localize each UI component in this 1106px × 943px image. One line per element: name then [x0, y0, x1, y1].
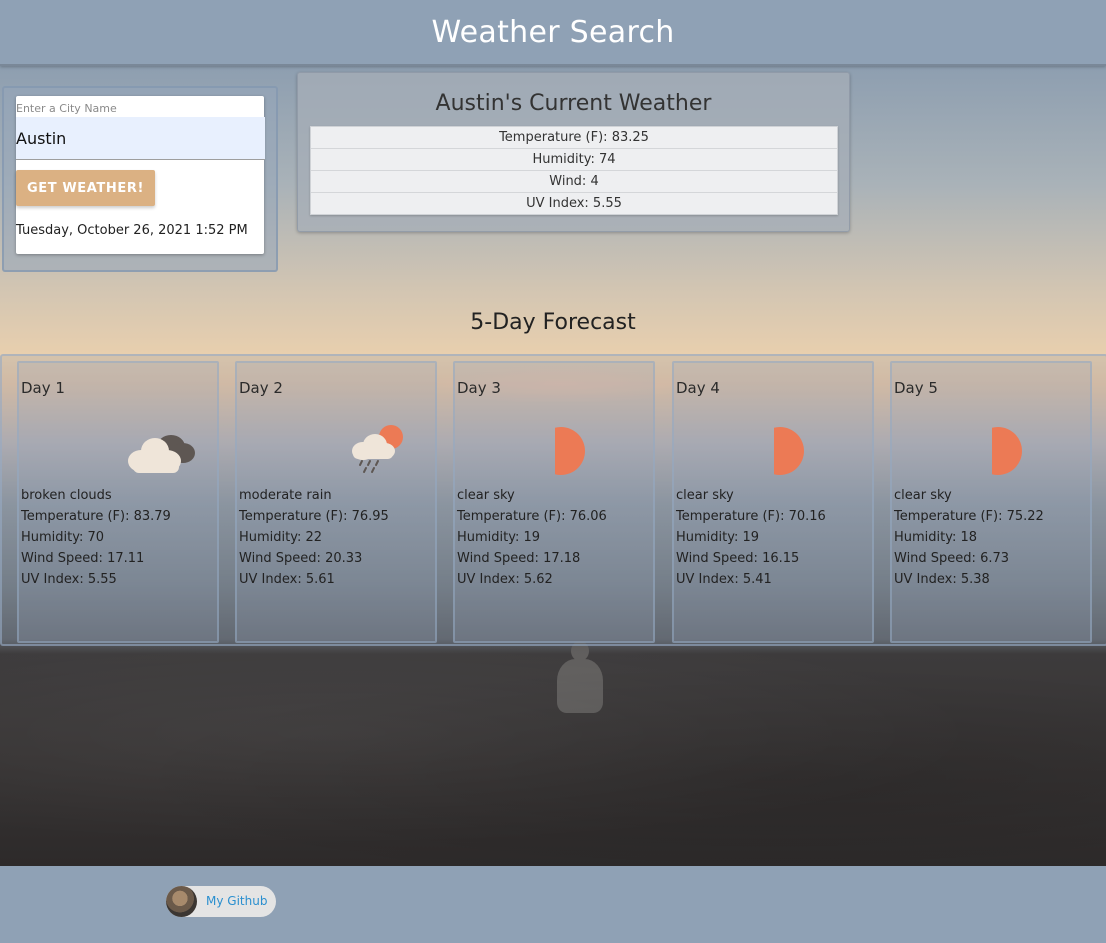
forecast-day-card: Day 2 moderate rain Temperature (F): 76.…: [235, 361, 437, 643]
day-humidity: Humidity: 18: [894, 530, 978, 545]
current-wind: Wind: 4: [311, 171, 837, 193]
github-chip[interactable]: My Github: [166, 886, 276, 917]
current-temperature: Temperature (F): 83.25: [311, 127, 837, 149]
day-uv-index: UV Index: 5.62: [457, 572, 553, 587]
forecast-day-card: Day 1 broken clouds Temperature (F): 83.…: [17, 361, 219, 643]
day-uv-index: UV Index: 5.41: [676, 572, 772, 587]
day-title: Day 2: [239, 379, 283, 397]
day-temperature: Temperature (F): 70.16: [676, 509, 826, 524]
avatar: [166, 886, 197, 917]
day-humidity: Humidity: 19: [457, 530, 541, 545]
day-description: moderate rain: [239, 488, 332, 503]
day-humidity: Humidity: 19: [676, 530, 760, 545]
day-temperature: Temperature (F): 76.06: [457, 509, 607, 524]
forecast-day-card: Day 5 clear sky Temperature (F): 75.22 H…: [890, 361, 1092, 643]
day-wind-speed: Wind Speed: 17.11: [21, 551, 145, 566]
day-title: Day 3: [457, 379, 501, 397]
search-panel: Enter a City Name GET WEATHER! Tuesday, …: [2, 86, 278, 272]
forecast-day-card: Day 4 clear sky Temperature (F): 70.16 H…: [672, 361, 874, 643]
search-card: Enter a City Name GET WEATHER! Tuesday, …: [16, 96, 265, 254]
day-description: broken clouds: [21, 488, 112, 503]
current-weather-list: Temperature (F): 83.25 Humidity: 74 Wind…: [310, 126, 838, 215]
day-temperature: Temperature (F): 75.22: [894, 509, 1044, 524]
get-weather-button[interactable]: GET WEATHER!: [16, 170, 155, 206]
moderate-rain-icon: [352, 425, 403, 473]
current-weather-panel: Austin's Current Weather Temperature (F)…: [297, 72, 850, 232]
day-description: clear sky: [676, 488, 734, 503]
day-description: clear sky: [894, 488, 952, 503]
page-title: Weather Search: [431, 15, 675, 50]
day-title: Day 5: [894, 379, 938, 397]
forecast-panel: Day 1 broken clouds Temperature (F): 83.…: [0, 354, 1106, 646]
city-search-input[interactable]: [16, 117, 265, 160]
clear-sky-icon: [555, 427, 585, 475]
day-humidity: Humidity: 22: [239, 530, 323, 545]
clear-sky-icon: [774, 427, 804, 475]
day-humidity: Humidity: 70: [21, 530, 105, 545]
city-input-label: Enter a City Name: [16, 102, 117, 115]
day-wind-speed: Wind Speed: 6.73: [894, 551, 1010, 566]
current-humidity: Humidity: 74: [311, 149, 837, 171]
day-description: clear sky: [457, 488, 515, 503]
current-weather-title: Austin's Current Weather: [435, 91, 712, 116]
day-wind-speed: Wind Speed: 20.33: [239, 551, 363, 566]
github-link[interactable]: My Github: [206, 894, 267, 908]
day-uv-index: UV Index: 5.38: [894, 572, 990, 587]
day-uv-index: UV Index: 5.61: [239, 572, 335, 587]
day-uv-index: UV Index: 5.55: [21, 572, 117, 587]
current-uv-index: UV Index: 5.55: [526, 196, 622, 211]
day-temperature: Temperature (F): 83.79: [21, 509, 171, 524]
header-bar: Weather Search: [0, 0, 1106, 66]
day-wind-speed: Wind Speed: 17.18: [457, 551, 581, 566]
current-datetime: Tuesday, October 26, 2021 1:52 PM: [16, 223, 248, 238]
day-title: Day 4: [676, 379, 720, 397]
forecast-title: 5-Day Forecast: [470, 310, 636, 335]
day-wind-speed: Wind Speed: 16.15: [676, 551, 800, 566]
forecast-day-card: Day 3 clear sky Temperature (F): 76.06 H…: [453, 361, 655, 643]
footer-bar: My Github: [0, 866, 1106, 943]
meditating-person-silhouette: [553, 641, 607, 713]
day-title: Day 1: [21, 379, 65, 397]
day-temperature: Temperature (F): 76.95: [239, 509, 389, 524]
clear-sky-icon: [992, 427, 1022, 475]
broken-clouds-icon: [128, 435, 195, 473]
